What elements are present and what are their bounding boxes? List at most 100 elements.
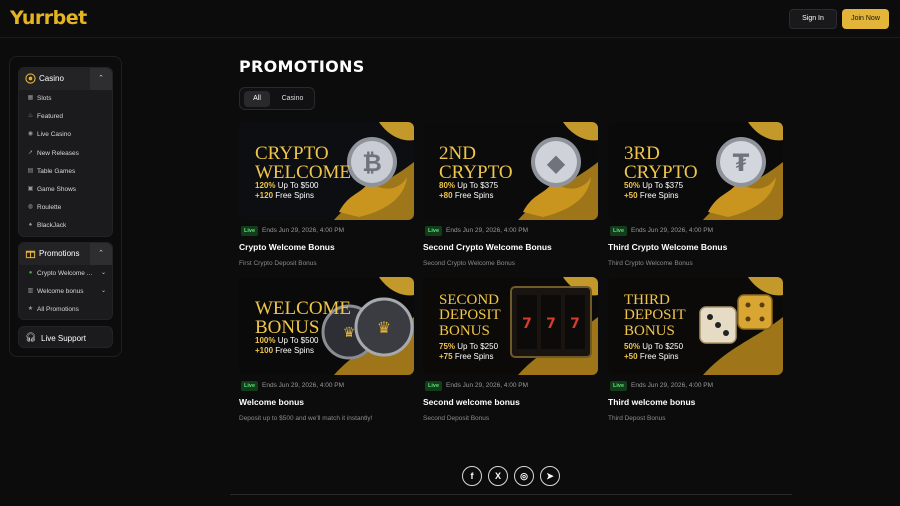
rocket-icon: ➚ — [27, 149, 34, 156]
sidebar: Casino ⌃ ▦ Slots ♨ Featured ◉ Live Casino ➚ New… — [9, 56, 122, 357]
chevron-down-icon[interactable]: ⌄ — [101, 269, 106, 276]
svg-text:♛: ♛ — [377, 318, 391, 337]
page-title: PROMOTIONS — [239, 57, 365, 76]
facebook-icon[interactable]: f — [462, 466, 482, 486]
live-badge: Live — [425, 226, 443, 236]
promotion-meta: Live Ends Jun 29, 2026, 4:00 PM — [239, 381, 414, 391]
end-date: Ends Jun 29, 2026, 4:00 PM — [262, 382, 345, 389]
promotion-title[interactable]: Third welcome bonus — [608, 397, 695, 407]
live-support-button[interactable]: 🎧︎ Live Support — [18, 326, 113, 348]
sidebar-item-crypto-welcome[interactable]: ● Crypto Welcome ... ⌄ — [19, 265, 112, 283]
end-date: Ends Jun 29, 2026, 4:00 PM — [262, 227, 345, 234]
promotion-title[interactable]: Third Crypto Welcome Bonus — [608, 242, 727, 252]
collapse-promotions-button[interactable]: ⌃ — [90, 243, 112, 265]
promotion-card[interactable]: 7 7 7 SECOND DEPOSIT BONUS 75% Up To $250 +75 F… — [423, 277, 598, 427]
promotion-banner[interactable]: THIRD DEPOSIT BONUS 50% Up To $250 +50 Free … — [608, 277, 783, 375]
sidebar-item-label: Welcome bonus — [37, 288, 84, 296]
banner-headline-2: CRYPTO — [624, 162, 698, 183]
banner-headline-2: DEPOSIT — [439, 307, 501, 323]
join-now-button[interactable]: Join Now — [842, 9, 889, 29]
promotions-group-label: Promotions — [39, 249, 80, 258]
banner-headline-2: CRYPTO — [439, 162, 513, 183]
telegram-icon[interactable]: ➤ — [540, 466, 560, 486]
banner-headline-1: THIRD — [624, 292, 670, 308]
promotion-card[interactable]: ◆ 2ND CRYPTO 80% Up To $375 +80 Free Spins Li… — [423, 122, 598, 272]
tab-casino[interactable]: Casino — [274, 91, 311, 107]
sidebar-item-blackjack[interactable]: ♠ BlackJack — [19, 217, 112, 235]
promotion-banner[interactable]: ♛ ♛ WELCOME BONUS 100% Up To $500 +100 Free S… — [239, 277, 414, 375]
svg-text:♛: ♛ — [343, 325, 356, 341]
banner-offer: 80% Up To $375 — [439, 181, 499, 190]
promotion-card[interactable]: THIRD DEPOSIT BONUS 50% Up To $250 +50 Free … — [608, 277, 783, 427]
promotion-card[interactable]: ♛ ♛ WELCOME BONUS 100% Up To $500 +100 Free S… — [239, 277, 414, 427]
sidebar-item-label: Live Casino — [37, 131, 71, 139]
sidebar-item-label: Crypto Welcome ... — [37, 270, 93, 277]
star-icon: ★ — [27, 306, 34, 313]
sidebar-item-table-games[interactable]: ▤ Table Games — [19, 163, 112, 181]
svg-text:7: 7 — [570, 316, 580, 332]
sidebar-item-label: All Promotions — [37, 306, 79, 314]
promotion-subtitle: Second Crypto Welcome Bonus — [423, 260, 516, 267]
slots-icon: ▦ — [27, 95, 34, 101]
end-date: Ends Jun 29, 2026, 4:00 PM — [631, 382, 714, 389]
live-support-label: Live Support — [41, 334, 86, 343]
sidebar-item-live-casino[interactable]: ◉ Live Casino — [19, 126, 112, 144]
banner-headline-1: 2ND — [439, 143, 476, 164]
promotion-banner[interactable]: ₿ CRYPTO WELCOME 120% Up To $500 +120 Free S… — [239, 122, 414, 220]
promotion-card[interactable]: ₿ CRYPTO WELCOME 120% Up To $500 +120 Free S… — [239, 122, 414, 272]
promotion-subtitle: First Crypto Deposit Bonus — [239, 260, 317, 267]
sidebar-item-welcome-bonus[interactable]: ▥ Welcome bonus ⌄ — [19, 283, 112, 301]
banner-headline-2: WELCOME — [255, 162, 352, 183]
promotion-subtitle: Third Depost Bonus — [608, 415, 666, 422]
x-icon[interactable]: X — [488, 466, 508, 486]
promotion-meta: Live Ends Jun 29, 2026, 4:00 PM — [423, 226, 598, 236]
sidebar-item-game-shows[interactable]: ▣ Game Shows — [19, 181, 112, 199]
live-badge: Live — [610, 381, 628, 391]
casino-group-header[interactable]: Casino ⌃ — [19, 68, 112, 90]
tab-all[interactable]: All — [244, 91, 270, 107]
sidebar-item-new-releases[interactable]: ➚ New Releases — [19, 145, 112, 163]
top-header: Yurrbet Sign In Join Now — [0, 0, 900, 38]
promotions-group-header[interactable]: Promotions ⌃ — [19, 243, 112, 265]
sidebar-item-label: Table Games — [37, 167, 76, 175]
promotion-banner[interactable]: ◆ 2ND CRYPTO 80% Up To $375 +80 Free Spins — [423, 122, 598, 220]
sidebar-item-label: Slots — [37, 95, 52, 102]
chevron-down-icon[interactable]: ⌄ — [101, 287, 106, 294]
banner-headline-1: 3RD — [624, 143, 660, 164]
promotion-title[interactable]: Second welcome bonus — [423, 397, 520, 407]
collapse-casino-button[interactable]: ⌃ — [90, 68, 112, 90]
sidebar-item-label: Roulette — [37, 204, 62, 212]
promotion-subtitle: Second Deposit Bonus — [423, 415, 490, 422]
live-badge: Live — [241, 226, 259, 236]
banner-spins: +75 Free Spins — [439, 352, 494, 361]
casino-chip-icon — [25, 73, 36, 84]
banner-headline-1: CRYPTO — [255, 143, 329, 164]
promotion-banner[interactable]: 7 7 7 SECOND DEPOSIT BONUS 75% Up To $250 +75 F… — [423, 277, 598, 375]
banner-offer: 50% Up To $250 — [624, 342, 684, 351]
brand-logo[interactable]: Yurrbet — [10, 7, 87, 29]
promotion-title[interactable]: Crypto Welcome Bonus — [239, 242, 335, 252]
promotion-title[interactable]: Second Crypto Welcome Bonus — [423, 242, 552, 252]
sign-in-button[interactable]: Sign In — [789, 9, 837, 29]
instagram-icon[interactable]: ◎ — [514, 466, 534, 486]
sidebar-item-featured[interactable]: ♨ Featured — [19, 108, 112, 126]
tv-icon: ▣ — [27, 185, 34, 192]
banner-offer: 50% Up To $375 — [624, 181, 684, 190]
promotion-meta: Live Ends Jun 29, 2026, 4:00 PM — [608, 226, 783, 236]
promotion-title[interactable]: Welcome bonus — [239, 397, 304, 407]
svg-text:₿: ₿ — [362, 149, 382, 177]
promotion-tabs: All Casino — [239, 87, 315, 110]
svg-text:7: 7 — [522, 316, 532, 332]
promotion-banner[interactable]: ₮ 3RD CRYPTO 50% Up To $375 +50 Free Spins — [608, 122, 783, 220]
banner-headline-1: SECOND — [439, 292, 500, 308]
cards-icon: ▤ — [27, 167, 34, 174]
banner-offer: 120% Up To $500 — [255, 181, 319, 190]
sidebar-item-roulette[interactable]: ◍ Roulette — [19, 199, 112, 217]
live-badge: Live — [425, 381, 443, 391]
sidebar-item-all-promotions[interactable]: ★ All Promotions — [19, 301, 112, 319]
roulette-icon: ◍ — [27, 204, 34, 211]
promotion-subtitle: Third Crypto Welcome Bonus — [608, 260, 693, 267]
end-date: Ends Jun 29, 2026, 4:00 PM — [631, 227, 714, 234]
promotion-card[interactable]: ₮ 3RD CRYPTO 50% Up To $375 +50 Free Spins Li… — [608, 122, 783, 272]
sidebar-item-slots[interactable]: ▦ Slots — [19, 90, 112, 108]
